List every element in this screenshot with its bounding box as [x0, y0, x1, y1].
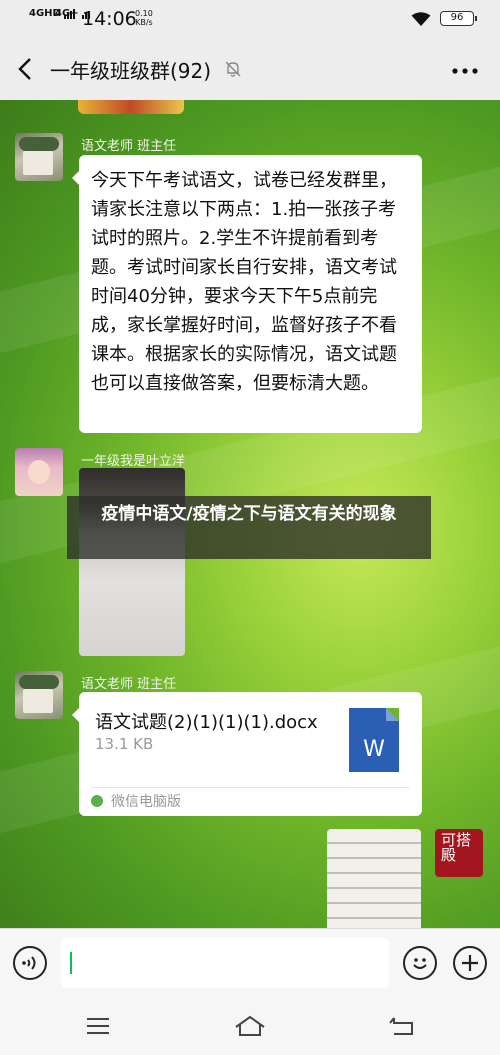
input-bar [0, 928, 500, 998]
word-icon-letter: W [363, 737, 385, 762]
back-nav-icon[interactable] [386, 1015, 418, 1037]
system-nav-bar [0, 998, 500, 1055]
text-caret [70, 952, 72, 974]
message-bubble[interactable]: 今天下午考试语文，试卷已经发群里，请家长注意以下两点：1.拍一张孩子考试时的照片… [72, 155, 422, 433]
word-document-icon: W [349, 708, 399, 772]
image-message[interactable] [327, 829, 421, 928]
overlay-caption: 疫情中语文/疫情之下与语文有关的现象 [67, 496, 431, 559]
avatar[interactable] [15, 133, 63, 181]
status-time: 14:06 [82, 8, 137, 30]
mute-bell-icon [225, 61, 241, 77]
voice-icon [22, 956, 36, 970]
word-icon-fold [386, 708, 399, 721]
message-input[interactable] [61, 938, 389, 988]
file-divider [91, 787, 410, 788]
file-name: 语文试题(2)(1)(1)(1).docx [95, 712, 318, 733]
avatar-self[interactable]: 可搭殿 [435, 829, 483, 877]
chat-header: 一年级班级群(92) [0, 40, 500, 100]
emoji-button[interactable] [403, 946, 437, 980]
previous-message-image[interactable] [78, 100, 184, 114]
sender-name: 语文老师 班主任 [81, 139, 177, 154]
file-message-bubble[interactable]: 语文试题(2)(1)(1)(1).docx 13.1 KB W 微信电脑版 [72, 692, 422, 816]
home-icon[interactable] [234, 1015, 266, 1037]
sender-name: 语文老师 班主任 [81, 677, 177, 692]
avatar-seal-text: 可搭殿 [441, 831, 472, 864]
network-speed-unit: KB/s [135, 18, 153, 27]
message-text: 今天下午考试语文，试卷已经发群里，请家长注意以下两点：1.拍一张孩子考试时的照片… [91, 170, 397, 394]
wechat-pc-icon [91, 795, 103, 807]
menu-icon[interactable] [82, 1015, 114, 1037]
battery-indicator: 96 [440, 11, 477, 26]
avatar[interactable] [15, 448, 63, 496]
network-speed-value: 0.10 [135, 9, 153, 18]
emoji-icon [413, 958, 427, 969]
file-source-label: 微信电脑版 [111, 794, 181, 810]
voice-toggle-button[interactable] [13, 946, 47, 980]
back-arrow-icon[interactable] [14, 56, 38, 82]
more-functions-button[interactable] [453, 946, 487, 980]
network-speed: 0.10 KB/s [135, 9, 153, 27]
network-4g-label: 4G+ [55, 8, 79, 19]
sender-name: 一年级我是叶立洋 [81, 454, 186, 469]
wifi-icon [411, 12, 431, 26]
file-size: 13.1 KB [95, 735, 154, 753]
plus-icon [462, 955, 478, 971]
chat-title: 一年级班级群(92) [50, 59, 212, 83]
status-bar: 4GHD 4G+ 14:06 0.10 KB/s 96 [0, 0, 500, 40]
avatar[interactable] [15, 671, 63, 719]
more-options-icon[interactable] [452, 68, 478, 74]
